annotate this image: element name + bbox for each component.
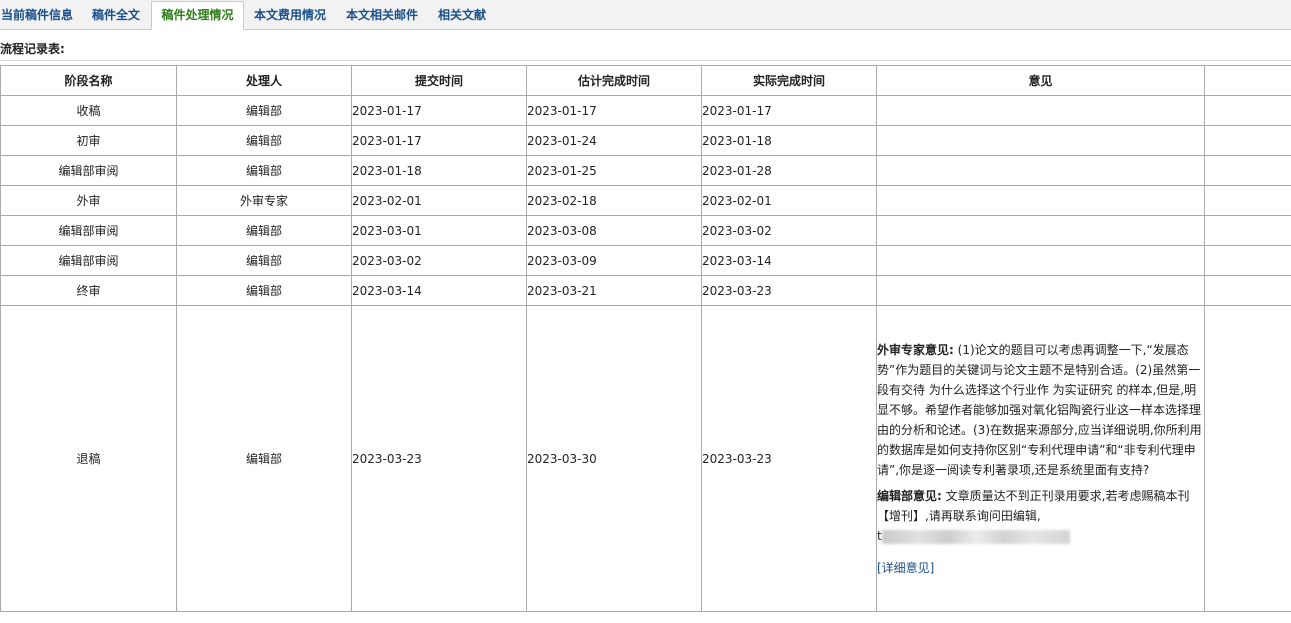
cell-opinion xyxy=(876,215,1205,246)
section-title: 流程记录表: xyxy=(0,42,65,56)
cell-actual-completion: 2023-01-18 xyxy=(701,125,877,156)
column-header-opinion: 意见 xyxy=(876,65,1205,96)
cell-handler: 编辑部 xyxy=(176,305,352,612)
cell-opinion xyxy=(876,245,1205,276)
expert-opinion-label: 外审专家意见: xyxy=(877,342,954,357)
cell-opinion xyxy=(876,275,1205,306)
cell-submit-time: 2023-01-17 xyxy=(351,95,527,126)
cell-estimated-completion: 2023-03-30 xyxy=(526,305,702,612)
cell-estimated-completion: 2023-01-24 xyxy=(526,125,702,156)
cell-estimated-completion: 2023-03-21 xyxy=(526,275,702,306)
cell-handler: 外审专家 xyxy=(176,185,352,216)
tab-bar: 当前稿件信息 稿件全文 稿件处理情况 本文费用情况 本文相关邮件 相关文献 xyxy=(0,0,1291,30)
cell-submit-time: 2023-03-02 xyxy=(351,245,527,276)
cell-extra xyxy=(1204,275,1291,306)
cell-extra xyxy=(1204,95,1291,126)
column-header-submit-time: 提交时间 xyxy=(351,65,527,96)
table-row: 收稿 编辑部 2023-01-17 2023-01-17 2023-01-17 xyxy=(0,95,1291,126)
cell-handler: 编辑部 xyxy=(176,215,352,246)
cell-estimated-completion: 2023-03-08 xyxy=(526,215,702,246)
cell-actual-completion: 2023-03-23 xyxy=(701,305,877,612)
cell-submit-time: 2023-02-01 xyxy=(351,185,527,216)
cell-handler: 编辑部 xyxy=(176,155,352,186)
cell-stage: 编辑部审阅 xyxy=(0,245,177,276)
cell-opinion xyxy=(876,95,1205,126)
cell-opinion xyxy=(876,155,1205,186)
tab-related-emails[interactable]: 本文相关邮件 xyxy=(346,4,418,26)
cell-submit-time: 2023-01-18 xyxy=(351,155,527,186)
cell-stage: 外审 xyxy=(0,185,177,216)
cell-handler: 编辑部 xyxy=(176,95,352,126)
cell-opinion xyxy=(876,125,1205,156)
process-record-table: 阶段名称 处理人 提交时间 估计完成时间 实际完成时间 意见 收稿 编辑部 20… xyxy=(0,65,1291,612)
cell-estimated-completion: 2023-02-18 xyxy=(526,185,702,216)
cell-stage: 退稿 xyxy=(0,305,177,612)
tab-fees[interactable]: 本文费用情况 xyxy=(254,4,326,26)
cell-estimated-completion: 2023-01-25 xyxy=(526,155,702,186)
cell-stage: 编辑部审阅 xyxy=(0,215,177,246)
cell-opinion: 外审专家意见: (1)论文的题目可以考虑再调整一下,“发展态势”作为题目的关键词… xyxy=(876,305,1205,612)
cell-extra xyxy=(1204,125,1291,156)
editor-opinion-label: 编辑部意见: xyxy=(877,488,942,503)
editor-opinion: 编辑部意见: 文章质量达不到正刊录用要求,若考虑赐稿本刊【增刊】,请再联系询问田… xyxy=(877,486,1204,546)
cell-handler: 编辑部 xyxy=(176,275,352,306)
table-row: 编辑部审阅 编辑部 2023-03-01 2023-03-08 2023-03-… xyxy=(0,215,1291,246)
cell-submit-time: 2023-03-01 xyxy=(351,215,527,246)
cell-submit-time: 2023-03-23 xyxy=(351,305,527,612)
cell-extra xyxy=(1204,245,1291,276)
expert-opinion: 外审专家意见: (1)论文的题目可以考虑再调整一下,“发展态势”作为题目的关键词… xyxy=(877,340,1204,480)
cell-estimated-completion: 2023-01-17 xyxy=(526,95,702,126)
table-row: 外审 外审专家 2023-02-01 2023-02-18 2023-02-01 xyxy=(0,185,1291,216)
cell-extra xyxy=(1204,185,1291,216)
cell-actual-completion: 2023-03-02 xyxy=(701,215,877,246)
cell-stage: 终审 xyxy=(0,275,177,306)
detail-opinion-link[interactable]: [详细意见] xyxy=(877,558,934,578)
cell-estimated-completion: 2023-03-09 xyxy=(526,245,702,276)
table-row: 终审 编辑部 2023-03-14 2023-03-21 2023-03-23 xyxy=(0,275,1291,306)
cell-opinion xyxy=(876,185,1205,216)
table-row: 初审 编辑部 2023-01-17 2023-01-24 2023-01-18 xyxy=(0,125,1291,156)
divider xyxy=(0,60,1291,61)
cell-handler: 编辑部 xyxy=(176,245,352,276)
cell-stage: 编辑部审阅 xyxy=(0,155,177,186)
table-row: 退稿 编辑部 2023-03-23 2023-03-30 2023-03-23 … xyxy=(0,305,1291,612)
cell-actual-completion: 2023-03-14 xyxy=(701,245,877,276)
cell-extra xyxy=(1204,305,1291,612)
cell-handler: 编辑部 xyxy=(176,125,352,156)
cell-stage: 初审 xyxy=(0,125,177,156)
tab-processing-status[interactable]: 稿件处理情况 xyxy=(151,1,244,30)
column-header-estimated-completion: 估计完成时间 xyxy=(526,65,702,96)
table-header-row: 阶段名称 处理人 提交时间 估计完成时间 实际完成时间 意见 xyxy=(0,65,1291,96)
cell-submit-time: 2023-03-14 xyxy=(351,275,527,306)
column-header-extra xyxy=(1204,65,1291,96)
cell-actual-completion: 2023-02-01 xyxy=(701,185,877,216)
expert-opinion-text: (1)论文的题目可以考虑再调整一下,“发展态势”作为题目的关键词与论文主题不是特… xyxy=(877,342,1202,477)
column-header-stage: 阶段名称 xyxy=(0,65,177,96)
cell-actual-completion: 2023-03-23 xyxy=(701,275,877,306)
tab-current-manuscript-info[interactable]: 当前稿件信息 xyxy=(1,4,73,26)
tab-full-text[interactable]: 稿件全文 xyxy=(92,4,140,26)
table-row: 编辑部审阅 编辑部 2023-01-18 2023-01-25 2023-01-… xyxy=(0,155,1291,186)
cell-stage: 收稿 xyxy=(0,95,177,126)
cell-extra xyxy=(1204,215,1291,246)
cell-submit-time: 2023-01-17 xyxy=(351,125,527,156)
tab-related-literature[interactable]: 相关文献 xyxy=(438,4,486,26)
table-row: 编辑部审阅 编辑部 2023-03-02 2023-03-09 2023-03-… xyxy=(0,245,1291,276)
cell-extra xyxy=(1204,155,1291,186)
column-header-handler: 处理人 xyxy=(176,65,352,96)
cell-actual-completion: 2023-01-28 xyxy=(701,155,877,186)
column-header-actual-completion: 实际完成时间 xyxy=(701,65,877,96)
cell-actual-completion: 2023-01-17 xyxy=(701,95,877,126)
redacted-contact xyxy=(881,530,1070,544)
